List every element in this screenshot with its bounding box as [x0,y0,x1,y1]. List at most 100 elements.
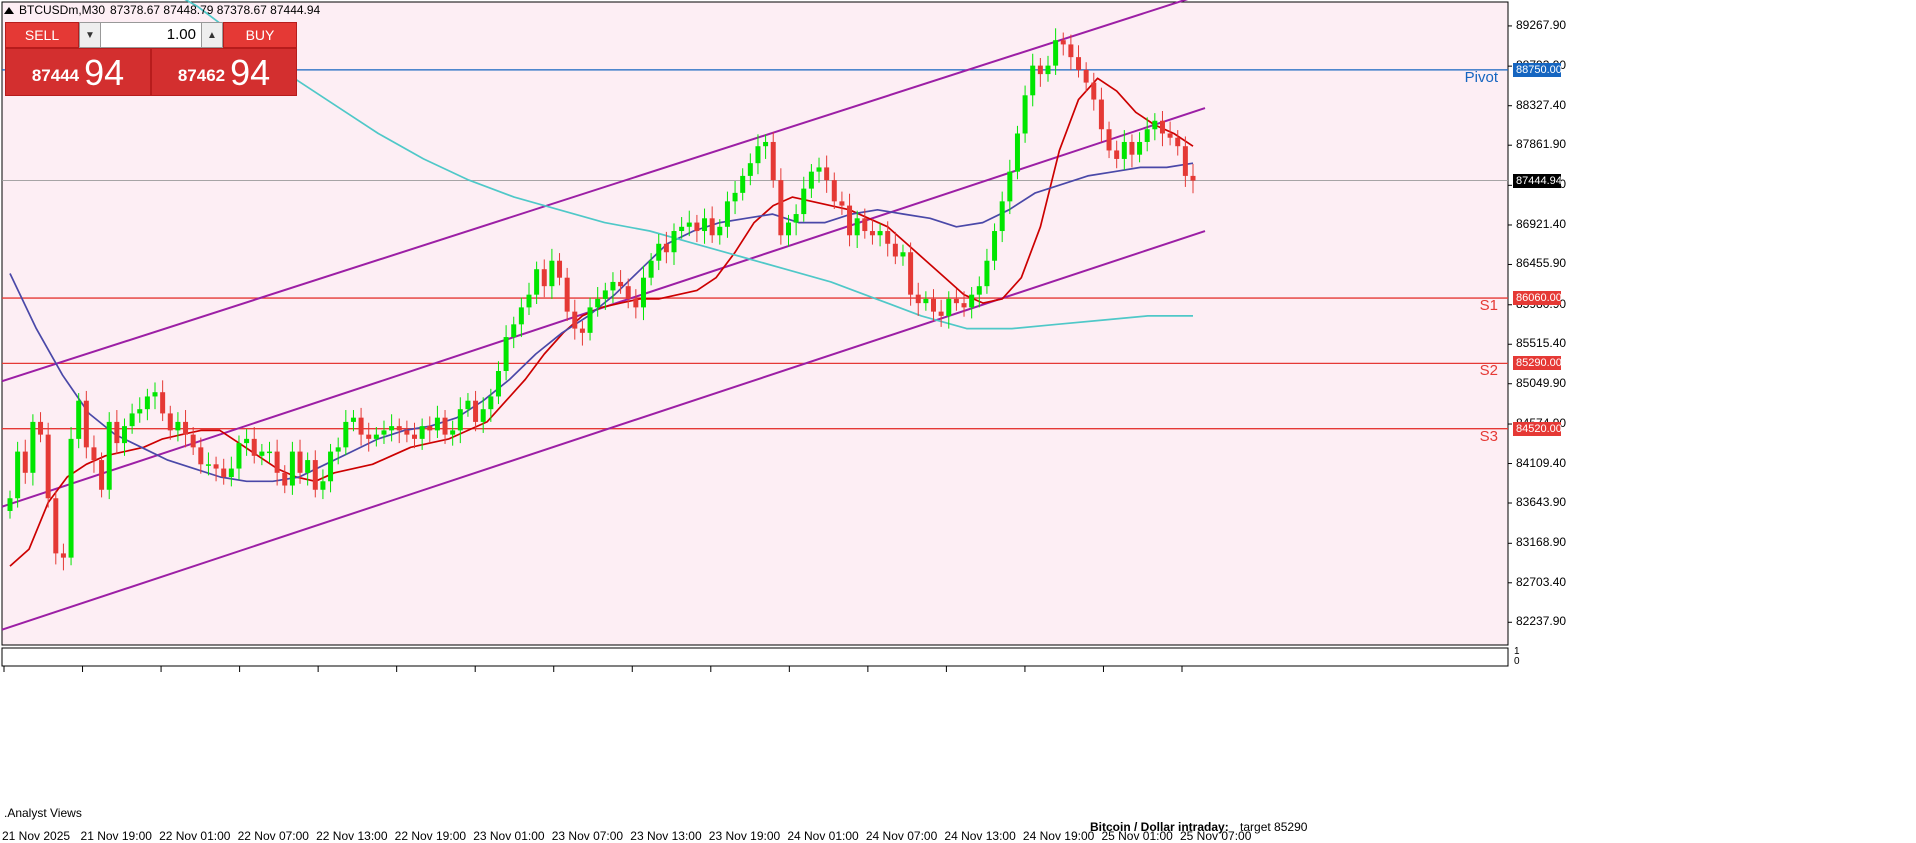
level-price-tag: 85290.00 [1513,356,1562,371]
candle-body [854,218,860,236]
candle-body [503,337,509,372]
candle [53,490,59,565]
price-chart[interactable] [0,0,1916,840]
ohlc-values: 87378.67 87448.79 87378.67 87444.94 [110,3,321,17]
price-axis-label: 89267.90 [1516,17,1567,32]
candle-body [671,231,677,253]
candle [45,422,51,508]
candle-body [396,426,402,431]
candle-body [755,146,761,164]
candle-body [83,400,89,448]
candle-body [778,180,784,236]
candle-body [320,481,326,490]
analysis-title: Bitcoin / Dollar intraday: [1090,820,1229,834]
volume-input[interactable]: 1.00 [101,22,201,48]
volume-increase-button[interactable]: ▲ [201,22,223,48]
candle-body [686,222,692,227]
level-name-label: Pivot [1464,68,1498,86]
price-axis-label: 85049.90 [1516,375,1567,390]
candle [106,412,112,500]
candle-body [1068,44,1074,58]
main-plot-background [2,2,1508,645]
candle-body [938,311,944,316]
buy-button[interactable]: BUY [223,22,297,48]
candle-body [121,426,127,444]
candle-body [999,201,1005,232]
candle-body [1106,129,1112,151]
price-axis-label: 87861.90 [1516,137,1567,152]
candle-body [1037,65,1043,75]
candle-body [976,286,982,295]
candle-body [992,231,998,261]
volume-decrease-button[interactable]: ▼ [79,22,101,48]
candle-body [175,421,181,431]
candle-body [152,392,158,397]
candle-body [335,447,341,452]
candle-body [480,409,486,422]
one-click-trading-panel: SELL ▼ 1.00 ▲ BUY 87444 94 87462 94 [5,22,297,96]
candle-body [511,324,517,338]
candle-body [228,468,234,478]
sell-button[interactable]: SELL [5,22,79,48]
collapse-triangle-icon[interactable] [4,6,14,14]
candle-body [679,226,685,232]
time-axis-label: 21 Nov 2025 [2,829,71,843]
candle-body [984,260,990,287]
candle-body [38,421,44,435]
candle-body [419,426,425,439]
sell-price-pips: 94 [84,52,125,93]
indicator-subwindow-frame [1,647,1509,667]
price-axis-label: 86921.40 [1516,216,1567,231]
sell-price-button[interactable]: 87444 94 [5,48,151,96]
candle-body [1083,69,1089,83]
candle-body [808,171,814,189]
candle-body [663,243,669,253]
candle-body [53,498,59,554]
candle-body [289,451,295,486]
candle-body [404,430,410,435]
candle-body [747,163,753,176]
candle-body [282,472,288,486]
candle-body [251,438,257,456]
candle-body [885,231,891,244]
symbol-label: BTCUSDm,M30 [19,3,106,17]
candle-body [579,328,585,333]
candle-body [541,269,547,287]
level-price-tag: 88750.00 [1513,62,1562,77]
candle [1014,125,1020,180]
candle-body [709,218,715,236]
candle-body [259,451,265,456]
candle-body [266,451,272,454]
candle-body [892,243,898,257]
chevron-up-icon: ▲ [207,29,217,41]
candle-body [183,421,189,435]
time-axis-label: 22 Nov 01:00 [159,829,231,843]
candle-body [343,421,349,448]
candle-body [198,447,204,465]
candle-body [1175,137,1181,147]
chart-area[interactable] [0,0,1916,840]
buy-price-button[interactable]: 87462 94 [151,48,297,96]
price-axis-label: 82237.90 [1516,614,1567,629]
candle-body [1060,40,1066,45]
candle-body [91,447,97,461]
candle-body [602,290,608,299]
level-price-tag: 86060.00 [1513,291,1562,306]
candle-body [763,141,769,147]
level-name-label: S2 [1479,362,1498,380]
candle-body [717,226,723,236]
candle-body [702,218,708,232]
candle-body [76,400,82,439]
candle-body [366,434,372,439]
candle-body [1091,82,1097,100]
candle-body [518,307,524,325]
candle-body [7,498,13,511]
candle-body [412,434,418,439]
candle-body [144,396,150,410]
candle-body [900,252,906,257]
time-axis-label: 24 Nov 19:00 [1022,829,1095,843]
candle-body [877,231,883,236]
candle-body [953,298,959,304]
candle-body [236,443,242,469]
candle-body [389,426,395,431]
